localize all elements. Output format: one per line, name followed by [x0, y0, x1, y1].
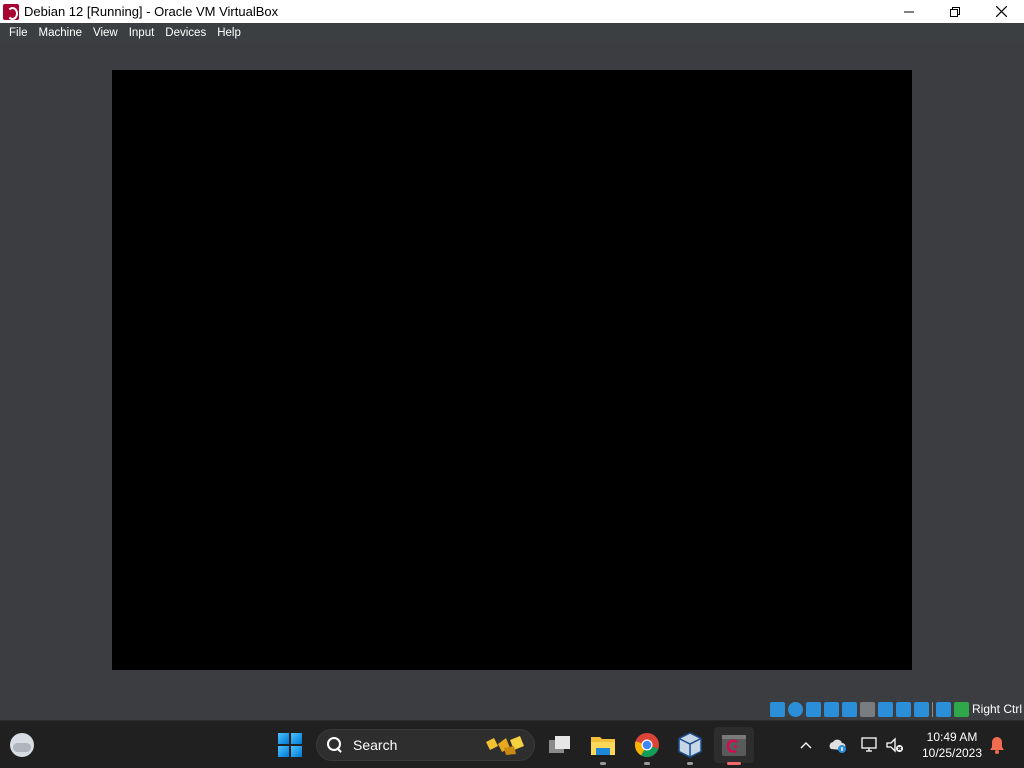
- minimize-icon: [904, 11, 914, 12]
- usb-icon[interactable]: [841, 701, 857, 717]
- menu-help[interactable]: Help: [212, 27, 246, 39]
- network-icon[interactable]: [860, 735, 880, 755]
- start-button[interactable]: [278, 733, 302, 757]
- window-controls: [886, 0, 1024, 23]
- search-label: Search: [353, 737, 398, 753]
- status-separator: [931, 701, 933, 717]
- mouse-integration-icon[interactable]: [935, 701, 951, 717]
- menu-devices[interactable]: Devices: [160, 27, 211, 39]
- search-highlight-icon: [486, 736, 524, 755]
- debian-vm-button[interactable]: [714, 727, 754, 765]
- volume-muted-icon[interactable]: [885, 735, 905, 755]
- task-view-icon: [549, 736, 570, 753]
- window-title: Debian 12 [Running] - Oracle VM VirtualB…: [24, 4, 279, 19]
- hard-disk-icon[interactable]: [769, 701, 785, 717]
- menu-input[interactable]: Input: [124, 27, 160, 39]
- minimize-button[interactable]: [886, 0, 932, 23]
- active-indicator: [727, 762, 741, 765]
- folder-icon: [591, 737, 615, 755]
- virtualbox-button[interactable]: [670, 727, 710, 765]
- close-button[interactable]: [978, 0, 1024, 23]
- status-bar: Right Ctrl: [0, 698, 1024, 720]
- maximize-button[interactable]: [932, 0, 978, 23]
- task-view-button[interactable]: [540, 727, 580, 763]
- vm-display-area: [0, 42, 1024, 698]
- close-icon: [995, 6, 1007, 17]
- onedrive-icon[interactable]: [828, 735, 848, 755]
- taskbar: Search 10:49 AM 10/25/2023: [0, 720, 1024, 768]
- chrome-icon: [635, 733, 659, 757]
- display-icon[interactable]: [877, 701, 893, 717]
- running-indicator: [600, 762, 606, 765]
- running-indicator: [687, 762, 693, 765]
- system-clock[interactable]: 10:49 AM 10/25/2023: [912, 729, 992, 761]
- running-indicator: [644, 762, 650, 765]
- file-explorer-button[interactable]: [583, 727, 623, 765]
- clock-date: 10/25/2023: [921, 746, 983, 760]
- virtualbox-icon: [678, 732, 702, 758]
- chevron-up-icon[interactable]: [800, 740, 812, 750]
- chrome-button[interactable]: [627, 727, 667, 765]
- debian-icon: [3, 3, 19, 20]
- host-key-label[interactable]: Right Ctrl: [972, 702, 1022, 716]
- keyboard-icon[interactable]: [953, 701, 969, 717]
- menu-view[interactable]: View: [88, 27, 123, 39]
- windows-logo-icon: [278, 733, 289, 744]
- debian-icon: [722, 735, 746, 756]
- clock-time: 10:49 AM: [926, 730, 978, 744]
- virtualization-icon[interactable]: [913, 701, 929, 717]
- audio-icon[interactable]: [805, 701, 821, 717]
- taskbar-search[interactable]: Search: [316, 729, 535, 761]
- optical-drive-icon[interactable]: [787, 701, 803, 717]
- video-capture-icon[interactable]: [895, 701, 911, 717]
- vm-screen[interactable]: [112, 70, 912, 670]
- restore-icon: [950, 6, 960, 17]
- menu-machine[interactable]: Machine: [34, 27, 87, 39]
- network-icon[interactable]: [823, 701, 839, 717]
- notification-bell-icon[interactable]: [987, 735, 1007, 755]
- weather-icon[interactable]: [10, 733, 34, 757]
- shared-folders-icon[interactable]: [859, 701, 875, 717]
- title-bar[interactable]: Debian 12 [Running] - Oracle VM VirtualB…: [0, 0, 1024, 23]
- menu-bar: File Machine View Input Devices Help: [0, 23, 1024, 42]
- search-icon: [327, 737, 343, 753]
- menu-file[interactable]: File: [4, 27, 33, 39]
